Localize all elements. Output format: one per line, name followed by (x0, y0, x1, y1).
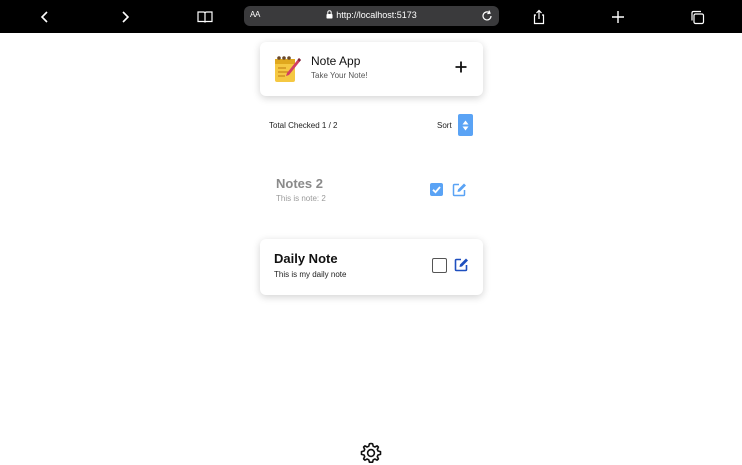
sort-button[interactable] (458, 114, 473, 136)
book-icon (197, 11, 213, 23)
check-icon (432, 186, 441, 194)
back-icon (40, 11, 48, 23)
browser-toolbar: AA http://localhost:5173 (0, 0, 742, 33)
url-text: http://localhost:5173 (336, 10, 417, 20)
add-icon (455, 61, 467, 73)
note-card: Daily Note This is my daily note (260, 239, 483, 295)
note-card: Notes 2 This is note: 2 (260, 161, 483, 217)
app-title: Note App (311, 54, 361, 68)
note-checkbox[interactable] (430, 183, 443, 196)
share-icon (533, 9, 545, 25)
reload-icon[interactable] (479, 8, 495, 24)
forward-icon (122, 11, 130, 23)
sort-label: Sort (437, 121, 452, 130)
address-bar[interactable]: AA http://localhost:5173 (244, 6, 499, 26)
note-checkbox[interactable] (432, 258, 447, 273)
share-button[interactable] (527, 5, 551, 29)
edit-icon[interactable] (454, 257, 469, 272)
plus-icon (612, 11, 624, 23)
edit-icon[interactable] (452, 182, 467, 197)
app-subtitle: Take Your Note! (311, 71, 368, 80)
tabs-icon (690, 10, 704, 24)
notepad-icon (275, 56, 301, 82)
note-description: This is my daily note (274, 270, 347, 279)
new-tab-button[interactable] (606, 5, 630, 29)
note-title: Daily Note (274, 251, 338, 266)
lock-icon (326, 10, 333, 19)
app-header-card: Note App Take Your Note! (260, 42, 483, 96)
add-note-button[interactable] (451, 57, 471, 77)
gear-icon[interactable] (359, 441, 383, 465)
back-button[interactable] (33, 5, 57, 29)
tabs-button[interactable] (685, 5, 709, 29)
bookmarks-button[interactable] (193, 5, 217, 29)
checked-summary: Total Checked 1 / 2 (269, 121, 338, 130)
note-title: Notes 2 (276, 176, 323, 191)
note-description: This is note: 2 (276, 194, 326, 203)
url-container: http://localhost:5173 (244, 10, 499, 20)
forward-button[interactable] (113, 5, 137, 29)
sort-icon (462, 120, 469, 130)
